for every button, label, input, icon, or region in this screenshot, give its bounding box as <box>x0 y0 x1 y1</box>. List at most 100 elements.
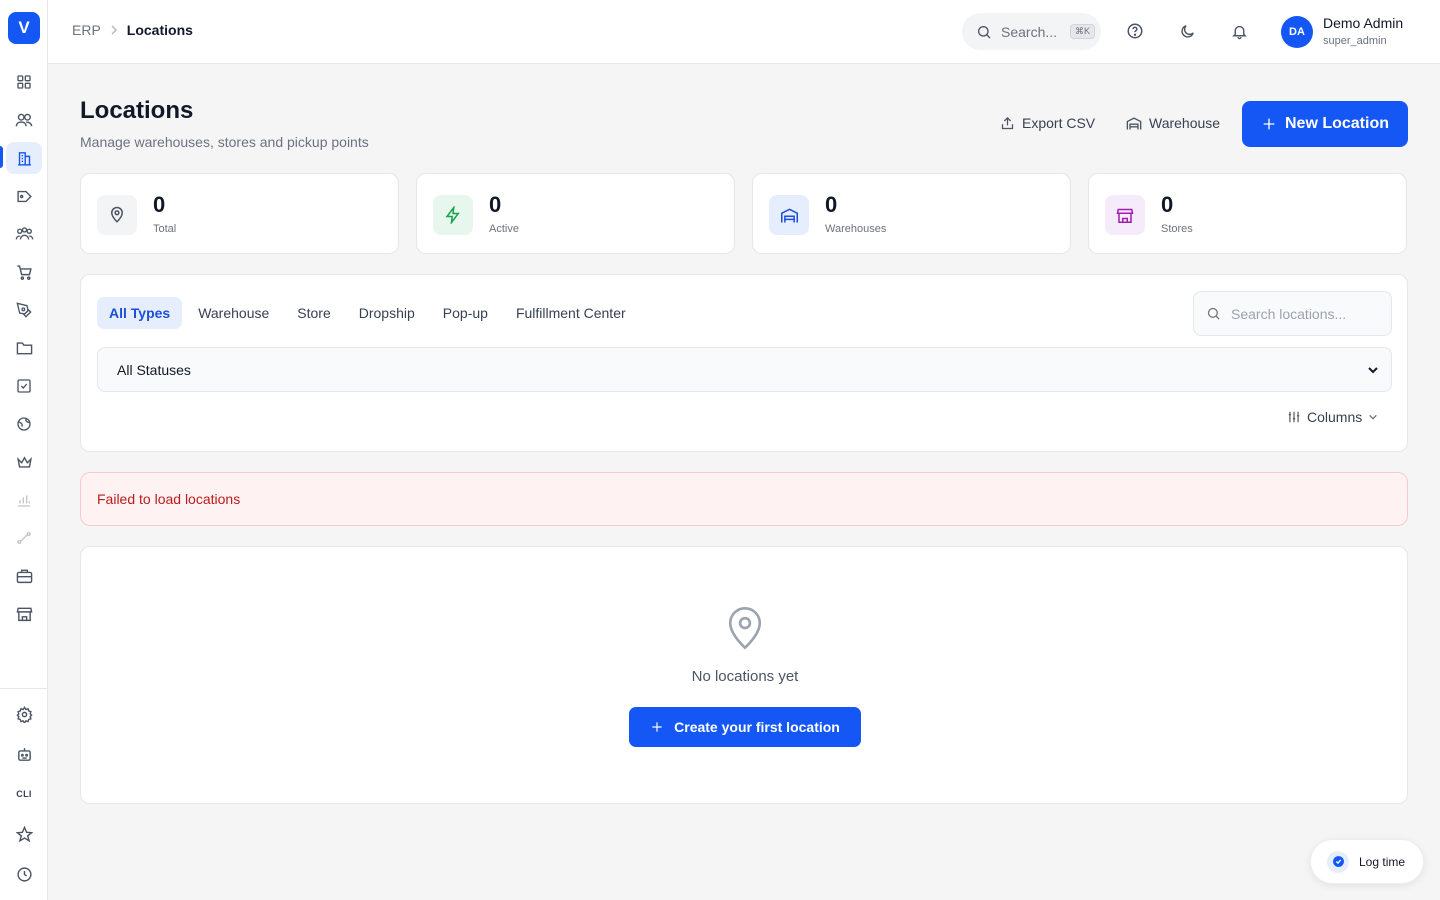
tag-icon <box>16 190 32 202</box>
warehouse-button[interactable]: Warehouse <box>1126 115 1220 131</box>
sidebar-item-jobs[interactable] <box>6 560 42 592</box>
empty-state-card: No locations yet Create your first locat… <box>80 546 1408 804</box>
users-icon <box>15 113 33 127</box>
stat-value: 0 <box>489 192 502 217</box>
star-icon <box>15 825 33 842</box>
breadcrumb-root[interactable]: ERP <box>72 22 101 38</box>
settings-icon <box>15 705 33 723</box>
sidebar-item-cart[interactable] <box>6 256 42 288</box>
sliders-icon <box>1288 411 1300 423</box>
sidebar-item-bots[interactable] <box>6 738 42 770</box>
sidebar-item-favorites[interactable] <box>6 818 42 850</box>
empty-state-message: No locations yet <box>691 668 799 685</box>
sidebar-item-users[interactable] <box>6 104 42 136</box>
app-logo[interactable]: V <box>8 12 40 44</box>
create-first-location-button[interactable]: Create your first location <box>629 707 861 747</box>
timer-icon <box>1327 850 1349 873</box>
status-select[interactable]: All Statuses <box>97 347 1392 392</box>
tab-dropship[interactable]: Dropship <box>347 297 427 329</box>
sidebar-item-settings[interactable] <box>6 698 42 730</box>
sidebar-item-tags[interactable] <box>6 180 42 212</box>
stat-card-total: 0 Total <box>80 173 399 254</box>
bolt-icon <box>433 195 473 235</box>
stat-card-warehouses: 0 Warehouses <box>752 173 1071 254</box>
notifications-button[interactable] <box>1228 20 1250 42</box>
sidebar-item-history[interactable] <box>6 858 42 890</box>
cart-icon <box>16 264 32 280</box>
export-csv-label: Export CSV <box>1022 115 1096 131</box>
cli-icon: CLI <box>16 789 32 799</box>
sidebar-item-team[interactable] <box>6 218 42 250</box>
clock-icon <box>16 866 32 882</box>
stat-card-active: 0 Active <box>416 173 735 254</box>
breadcrumb: ERP Locations <box>72 22 193 38</box>
sidebar-item-store[interactable] <box>6 598 42 630</box>
sidebar-item-locations[interactable] <box>6 142 42 174</box>
sidebar-item-analytics[interactable] <box>6 484 42 516</box>
export-icon <box>1001 116 1014 129</box>
search-icon <box>978 25 991 38</box>
user-role: super_admin <box>1323 35 1387 47</box>
sidebar-item-files[interactable] <box>6 332 42 364</box>
sidebar-item-pen[interactable] <box>6 294 42 326</box>
moon-icon <box>1180 24 1194 38</box>
store-icon <box>16 607 32 622</box>
location-search-placeholder: Search locations... <box>1231 305 1347 322</box>
sidebar-item-routes[interactable] <box>6 522 42 554</box>
global-search[interactable]: Search... ⌘K <box>962 13 1101 50</box>
stat-label: Total <box>153 223 177 235</box>
new-location-button[interactable]: New Location <box>1242 101 1408 147</box>
export-csv-button[interactable]: Export CSV <box>1000 115 1095 131</box>
tab-pop-up[interactable]: Pop-up <box>431 297 500 329</box>
plus-icon <box>652 722 662 732</box>
user-name[interactable]: Demo Admin <box>1323 15 1403 31</box>
new-location-label: New Location <box>1284 115 1389 132</box>
tab-warehouse[interactable]: Warehouse <box>186 297 281 329</box>
map-pin-icon <box>97 195 137 235</box>
location-search-input[interactable]: Search locations... <box>1193 291 1392 336</box>
filters-panel: All Types Warehouse Store Dropship Pop-u… <box>80 274 1408 452</box>
sidebar-item-dashboard[interactable] <box>6 66 42 98</box>
sidebar-divider <box>0 688 48 689</box>
store-icon <box>1105 195 1145 235</box>
team-icon <box>15 227 33 240</box>
checkbox-icon <box>17 379 31 393</box>
stat-label: Stores <box>1161 223 1193 235</box>
stat-card-stores: 0 Stores <box>1088 173 1407 254</box>
bell-icon <box>1231 25 1247 39</box>
breadcrumb-current: Locations <box>126 22 193 38</box>
sidebar-item-globe[interactable] <box>6 408 42 440</box>
avatar[interactable]: DA <box>1281 16 1313 48</box>
sidebar-item-tasks[interactable] <box>6 370 42 402</box>
route-icon <box>17 532 31 544</box>
topbar: ERP Locations Search... ⌘K DA Demo Admin… <box>48 0 1440 64</box>
map-pin-icon <box>725 605 765 651</box>
log-time-button[interactable]: Log time <box>1310 839 1424 884</box>
crown-icon <box>16 456 32 468</box>
sidebar-item-crown[interactable] <box>6 446 42 478</box>
briefcase-icon <box>16 569 32 584</box>
columns-button[interactable]: Columns <box>1287 409 1378 425</box>
type-tabs: All Types Warehouse Store Dropship Pop-u… <box>97 297 642 329</box>
help-button[interactable] <box>1124 20 1146 42</box>
dashboard-icon <box>17 75 31 89</box>
tab-store[interactable]: Store <box>285 297 342 329</box>
stat-value: 0 <box>825 192 838 217</box>
error-message: Failed to load locations <box>97 491 241 507</box>
search-icon <box>1207 307 1220 320</box>
sidebar-active-indicator <box>0 146 3 168</box>
stat-label: Active <box>489 223 519 235</box>
create-first-location-label: Create your first location <box>674 719 840 735</box>
sidebar-item-cli[interactable]: CLI <box>6 778 42 810</box>
plus-icon <box>1263 118 1275 130</box>
tab-fulfillment-center[interactable]: Fulfillment Center <box>504 297 638 329</box>
warehouse-button-label: Warehouse <box>1149 115 1221 131</box>
stat-value: 0 <box>153 192 166 217</box>
globe-icon <box>17 417 31 431</box>
tab-all-types[interactable]: All Types <box>97 297 183 329</box>
chevron-right-icon <box>111 25 117 35</box>
pen-icon <box>16 302 32 318</box>
page-title: Locations <box>80 97 194 124</box>
theme-toggle-button[interactable] <box>1176 20 1198 42</box>
bar-chart-icon <box>18 495 30 507</box>
